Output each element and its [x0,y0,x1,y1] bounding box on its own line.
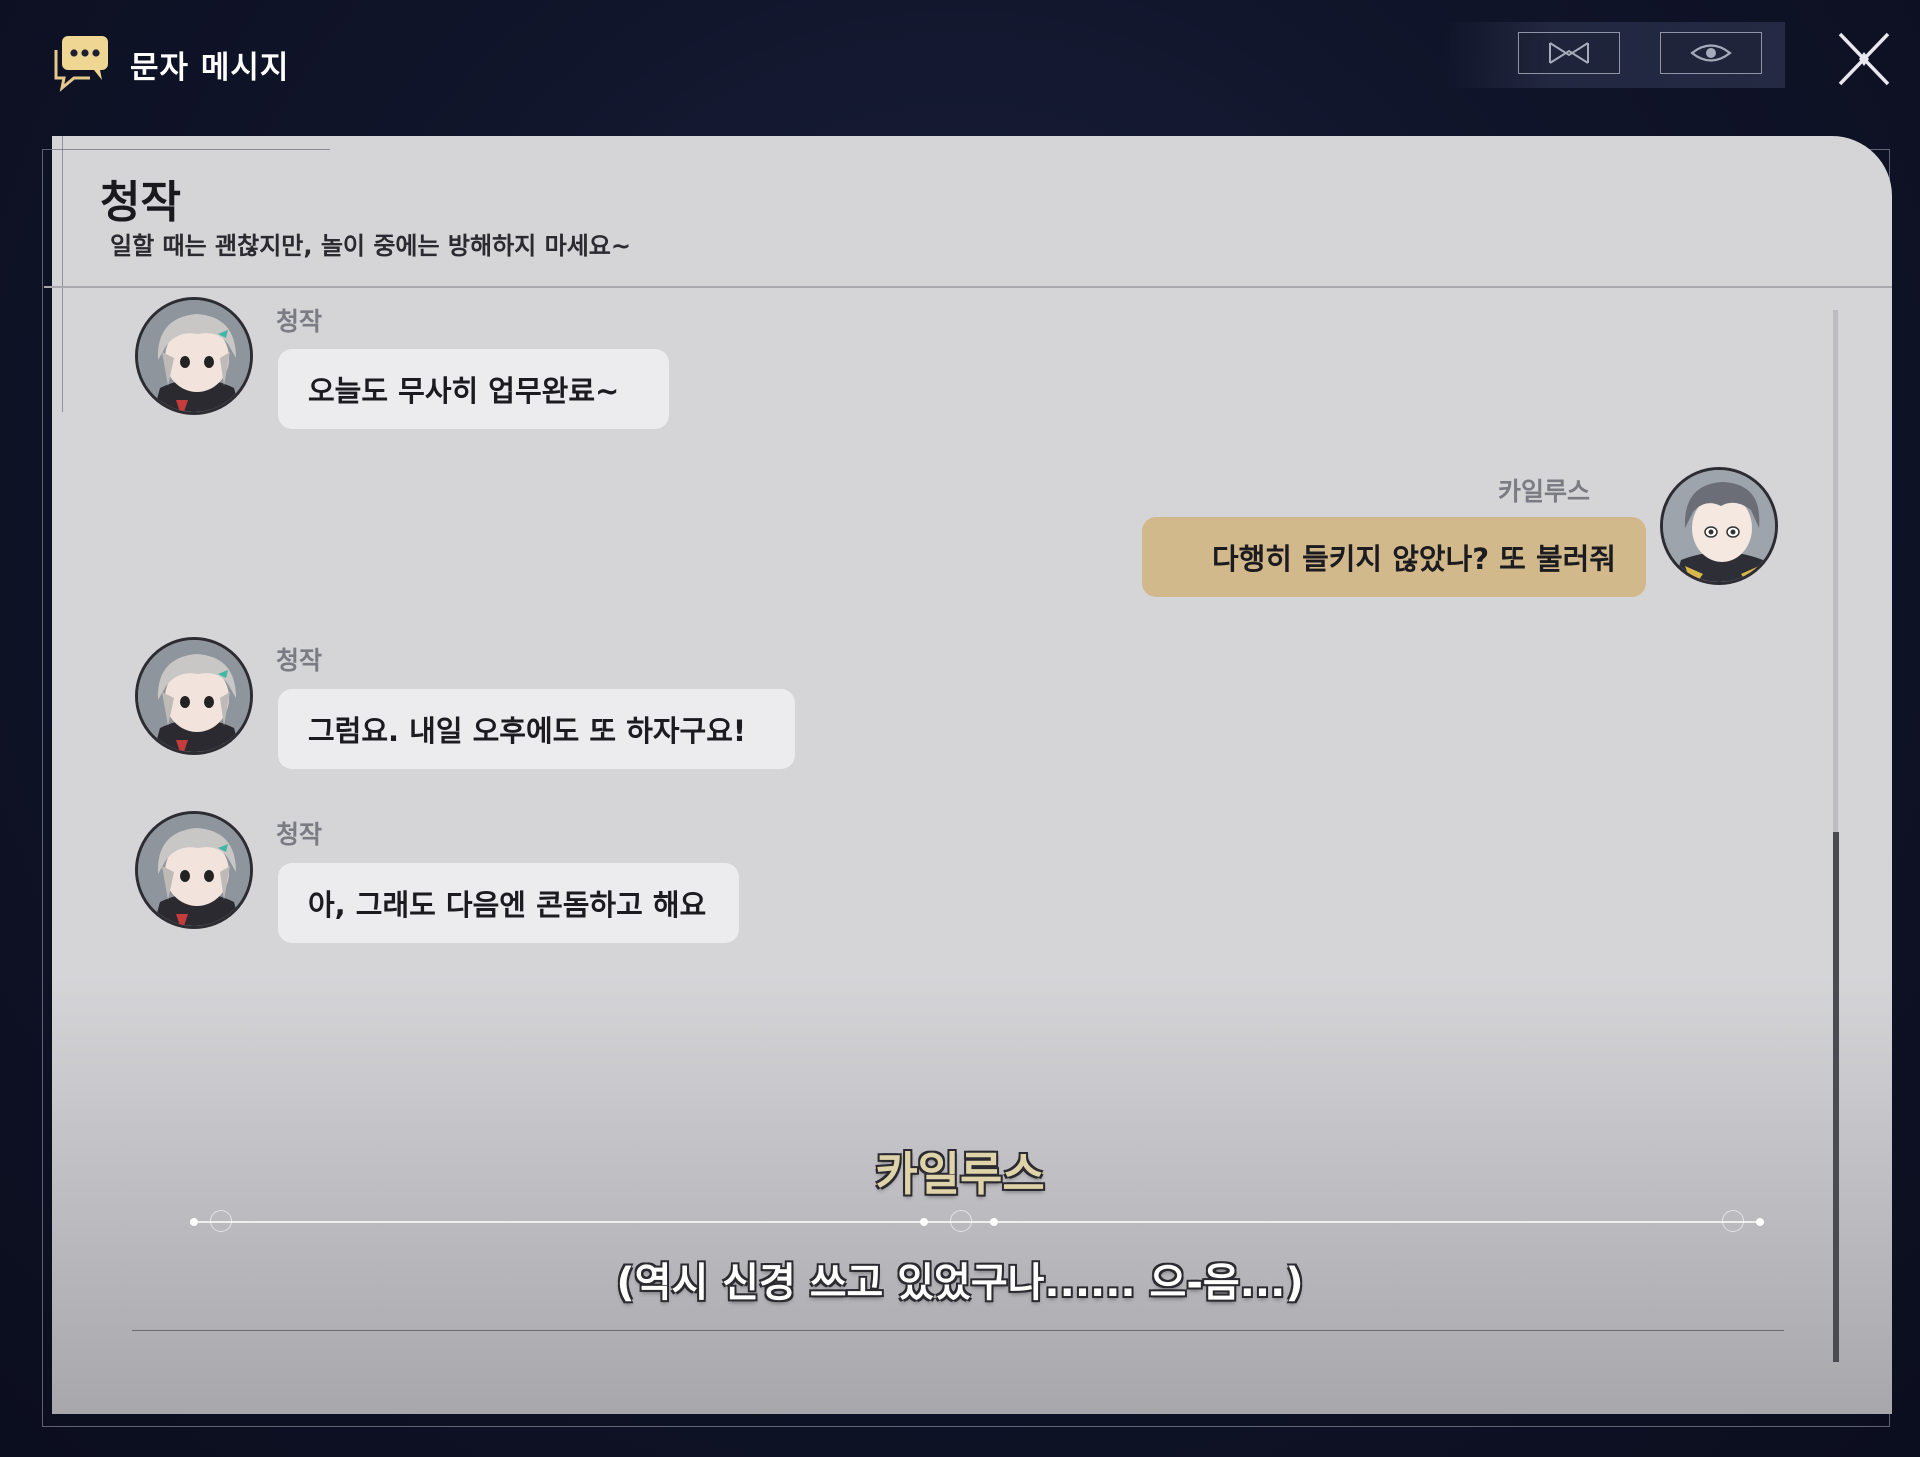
avatar-cheongjak[interactable] [135,297,253,415]
sender-name: 청작 [276,646,323,675]
sender-name: 청작 [276,307,323,336]
avatar-cheongjak[interactable] [135,811,253,929]
avatar-kailus[interactable] [1660,467,1778,585]
avatar-cheongjak[interactable] [135,637,253,755]
top-bar: 문자 메시지 [0,0,1920,130]
mail-icon [1549,42,1589,64]
dialogue-divider [190,1221,1762,1223]
sender-name: 카일루스 [1498,477,1591,506]
dialogue-bottom-rule [132,1330,1784,1331]
app-title: 문자 메시지 [130,50,290,86]
corner-decoration [62,136,63,412]
divider-dot [190,1218,198,1226]
contact-name: 청작 [100,177,181,228]
message-bubble: 아, 그래도 다음엔 콘돔하고 해요 [278,863,739,943]
divider-ornament [1722,1210,1744,1232]
divider-ornament [210,1210,232,1232]
close-icon [1838,32,1890,86]
close-button[interactable] [1836,30,1892,88]
contact-header: 청작 일할 때는 괜찮지만, 놀이 중에는 방해하지 마세요~ [52,136,1892,286]
mail-button[interactable] [1518,32,1620,74]
eye-icon [1690,44,1732,62]
divider-dot [1756,1218,1764,1226]
dialogue-speaker: 카일루스 [875,1147,1045,1201]
corner-decoration [42,149,330,150]
chat-bubbles-icon [50,34,112,92]
view-toggle-button[interactable] [1660,32,1762,74]
message-bubble: 오늘도 무사히 업무완료~ [278,349,669,429]
sender-name: 청작 [276,820,323,849]
divider-ornament [950,1210,972,1232]
header-divider [44,286,1892,288]
message-bubble: 그럼요. 내일 오후에도 또 하자구요! [278,689,795,769]
message-bubble: 다행히 들키지 않았나? 또 불러줘 [1142,517,1646,597]
divider-dot [990,1218,998,1226]
contact-status: 일할 때는 괜찮지만, 놀이 중에는 방해하지 마세요~ [110,232,631,260]
dialogue-text[interactable]: (역시 신경 쓰고 있었구나...... 으-음...) [0,1250,1920,1308]
divider-dot [920,1218,928,1226]
